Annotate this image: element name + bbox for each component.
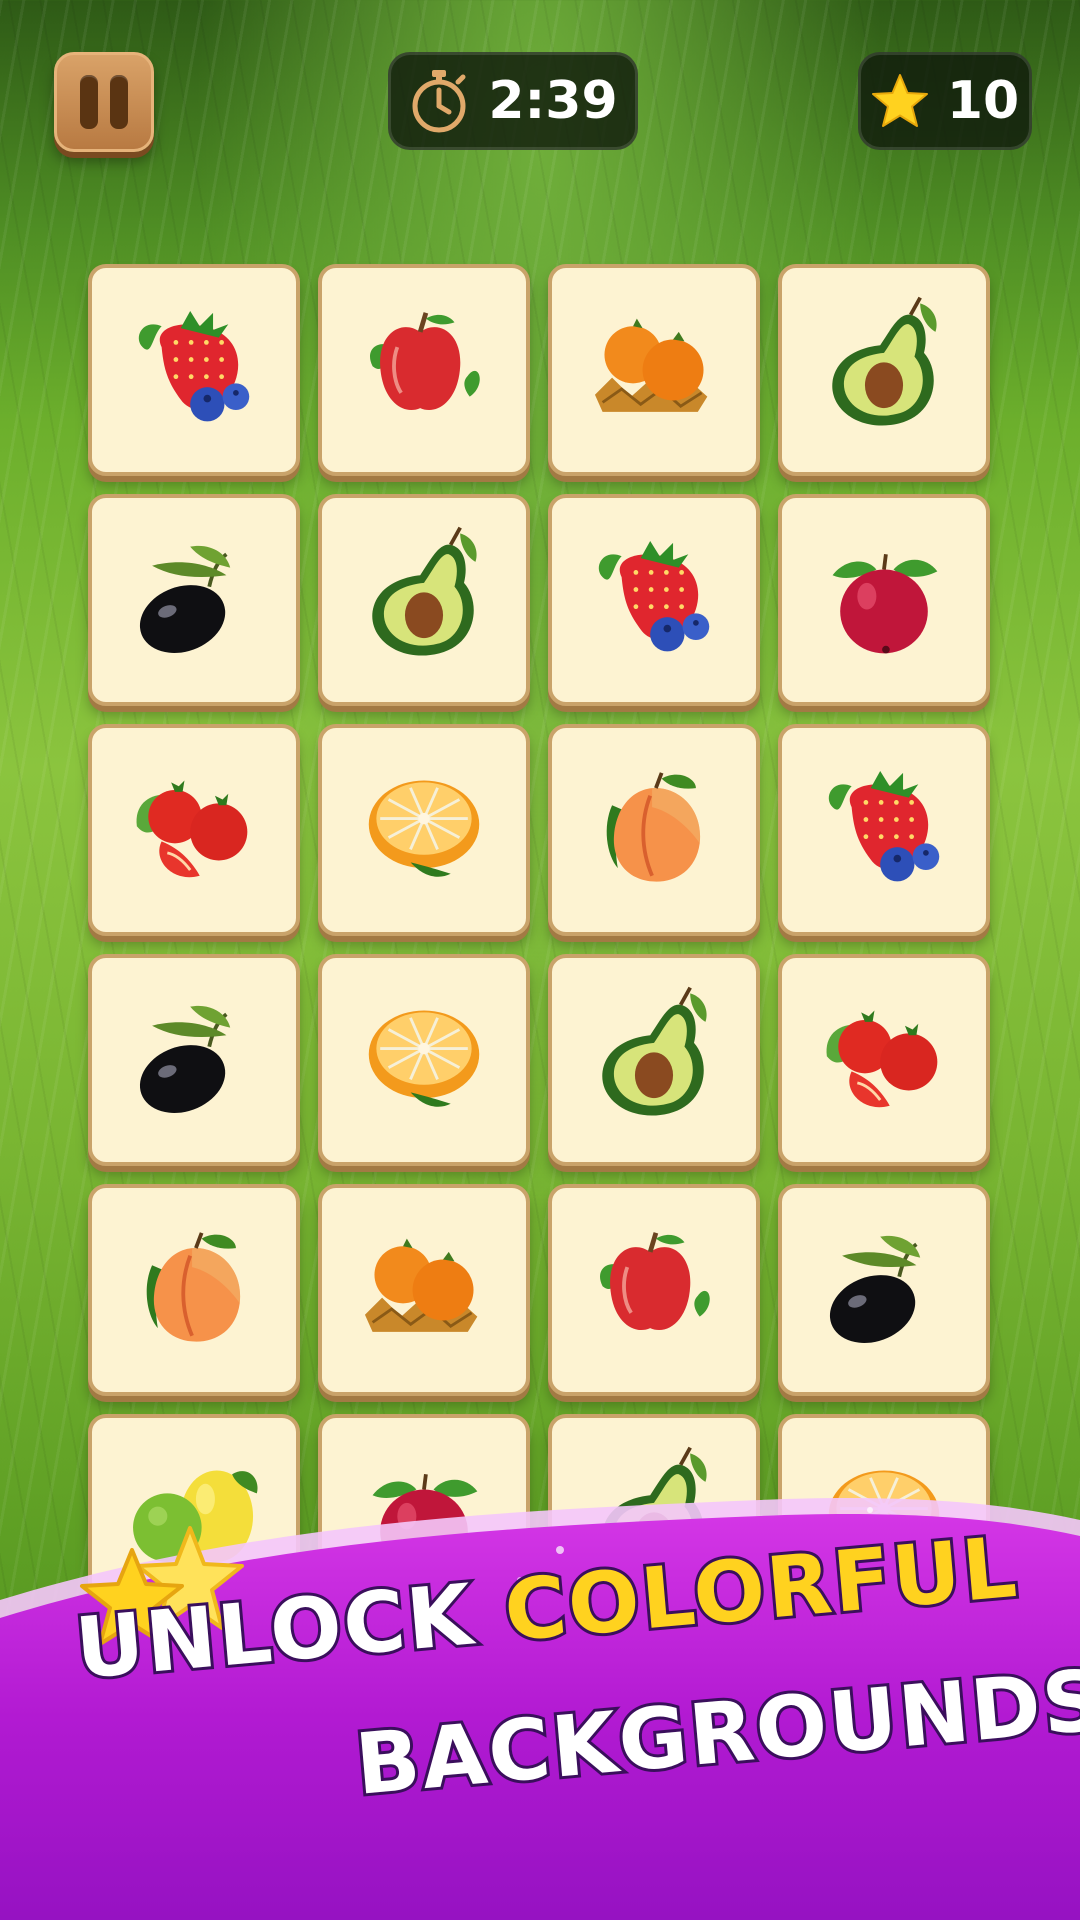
pause-button[interactable]: [54, 52, 154, 152]
orange-icon: [368, 780, 480, 877]
tile-strawberry-blueberry[interactable]: [778, 724, 990, 936]
orange-icon: [368, 1010, 480, 1107]
olive-icon: [829, 1235, 921, 1343]
tangerine-icon: [594, 318, 708, 412]
tile-avocado[interactable]: [318, 494, 530, 706]
timer-value: 2:39: [488, 71, 618, 131]
peach-icon: [606, 772, 701, 882]
tile-cranberry[interactable]: [778, 494, 990, 706]
tile-tomato[interactable]: [778, 954, 990, 1166]
avocado-icon: [372, 526, 477, 656]
avocado-icon: [832, 296, 937, 426]
timer-display: 2:39: [388, 52, 638, 150]
tile-orange[interactable]: [318, 954, 530, 1166]
pause-icon-bar: [110, 75, 128, 129]
tile-avocado[interactable]: [778, 264, 990, 476]
pause-icon: [80, 75, 98, 129]
tile-peach[interactable]: [548, 724, 760, 936]
cranberry-icon: [832, 554, 938, 654]
peach-icon: [146, 1232, 241, 1342]
tile-olive[interactable]: [778, 1184, 990, 1396]
avocado-icon: [602, 986, 707, 1116]
tile-apple[interactable]: [318, 264, 530, 476]
strawberry-blueberry-icon: [828, 770, 940, 882]
tile-tomato[interactable]: [88, 724, 300, 936]
stopwatch-icon: [412, 70, 466, 133]
tile-strawberry-blueberry[interactable]: [88, 264, 300, 476]
olive-icon: [139, 1005, 231, 1113]
tangerine-icon: [364, 1238, 478, 1332]
olive-icon: [139, 545, 231, 653]
tile-olive[interactable]: [88, 494, 300, 706]
tile-peach[interactable]: [88, 1184, 300, 1396]
score-value: 10: [946, 71, 1020, 131]
tile-avocado[interactable]: [548, 954, 760, 1166]
tile-orange[interactable]: [318, 724, 530, 936]
strawberry-blueberry-icon: [138, 310, 250, 422]
tile-tangerine[interactable]: [318, 1184, 530, 1396]
star-icon: [871, 74, 928, 127]
tile-strawberry-blueberry[interactable]: [548, 494, 760, 706]
apple-icon: [370, 312, 480, 411]
strawberry-blueberry-icon: [598, 540, 710, 652]
tile-apple[interactable]: [548, 1184, 760, 1396]
score-display: 10: [858, 52, 1032, 150]
tile-tangerine[interactable]: [548, 264, 760, 476]
apple-icon: [600, 1232, 710, 1331]
tile-olive[interactable]: [88, 954, 300, 1166]
tomato-icon: [826, 1010, 938, 1108]
tomato-icon: [136, 780, 248, 878]
